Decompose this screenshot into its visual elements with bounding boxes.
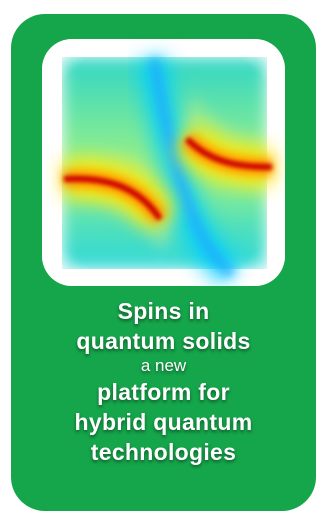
- caption-line-6: technologies: [90, 439, 237, 465]
- caption-text: Spins in quantum solids a new platform f…: [11, 296, 316, 467]
- heatmap-svg: [42, 39, 285, 286]
- spectrum-heatmap-image: [42, 39, 285, 286]
- promo-card[interactable]: Spins in quantum solids a new platform f…: [11, 14, 316, 511]
- caption-line-1: Spins in: [117, 298, 210, 324]
- caption-line-3: a new: [140, 356, 187, 375]
- caption-line-4: platform for: [97, 379, 230, 405]
- caption-line-5: hybrid quantum: [74, 409, 253, 435]
- caption-line-2: quantum solids: [76, 328, 251, 354]
